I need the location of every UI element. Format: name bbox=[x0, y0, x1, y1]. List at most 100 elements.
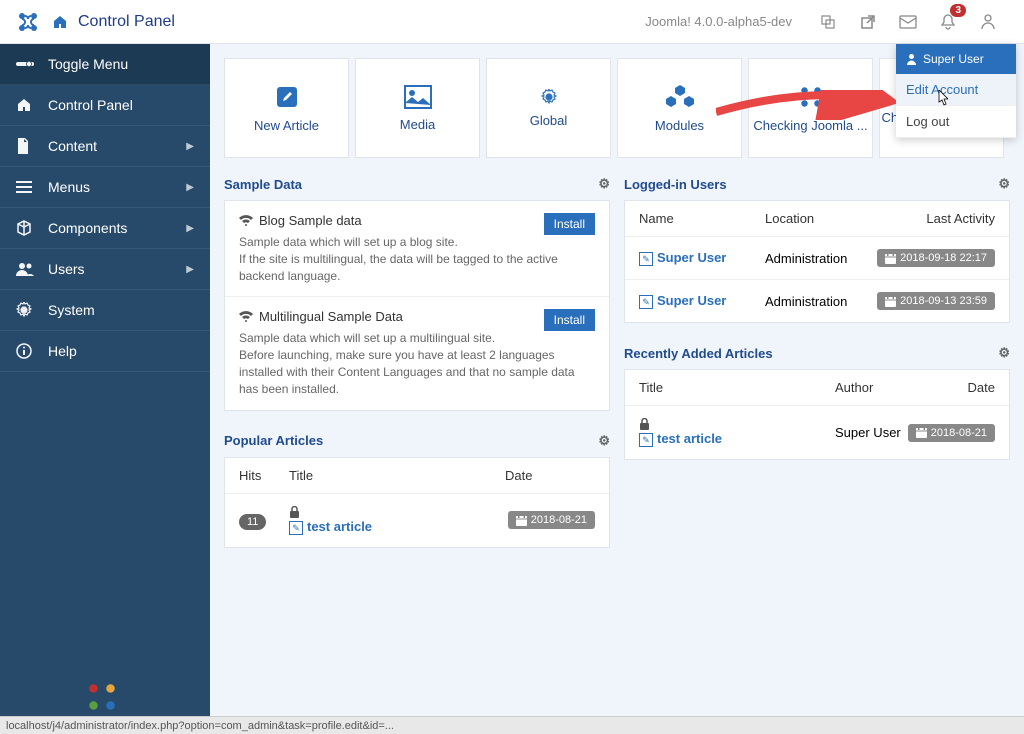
external-link-icon[interactable] bbox=[848, 2, 888, 42]
toggle-menu[interactable]: Toggle Menu bbox=[0, 44, 210, 85]
calendar-icon bbox=[885, 296, 896, 307]
gear-icon[interactable]: ⚙ bbox=[598, 433, 610, 449]
version-text: Joomla! 4.0.0-alpha5-dev bbox=[645, 14, 792, 29]
logout-link[interactable]: Log out bbox=[896, 106, 1016, 138]
sidebar-item-label: Help bbox=[48, 343, 77, 359]
user-link[interactable]: Super User bbox=[657, 293, 726, 308]
page-title: Control Panel bbox=[78, 13, 175, 31]
edit-account-link[interactable]: Edit Account bbox=[896, 74, 1016, 106]
sidebar-item-label: Users bbox=[48, 261, 85, 277]
toggle-icon bbox=[16, 58, 34, 70]
chevron-right-icon: ▶ bbox=[186, 264, 194, 275]
lock-icon bbox=[289, 506, 505, 519]
calendar-icon bbox=[516, 515, 527, 526]
date-badge: 2018-08-21 bbox=[508, 511, 595, 529]
chevron-right-icon: ▶ bbox=[186, 223, 194, 234]
wifi-icon bbox=[239, 215, 253, 227]
quick-checking-joomla-[interactable]: Checking Joomla ... bbox=[748, 58, 873, 158]
calendar-icon bbox=[916, 427, 927, 438]
home-icon bbox=[16, 97, 34, 113]
hits-badge: 11 bbox=[239, 514, 266, 530]
author-text: Super User bbox=[835, 425, 905, 440]
col-activity: Last Activity bbox=[875, 211, 995, 226]
sample-data-item: Install Multilingual Sample Data Sample da… bbox=[225, 297, 609, 409]
chevron-right-icon: ▶ bbox=[186, 141, 194, 152]
pencil-icon bbox=[274, 84, 300, 110]
quick-label: Checking Joomla ... bbox=[753, 118, 867, 133]
quick-label: Media bbox=[400, 117, 435, 132]
joomla-footer-logo-icon bbox=[85, 680, 119, 714]
gear-icon bbox=[541, 89, 557, 105]
sample-data-panel: Sample Data ⚙ InstallBlog Sample dataSam… bbox=[224, 168, 610, 411]
sidebar-item-menus[interactable]: Menus▶ bbox=[0, 167, 210, 208]
user-dropdown: Super User Edit Account Log out bbox=[896, 44, 1016, 138]
sidebar-item-system[interactable]: System bbox=[0, 290, 210, 331]
edit-icon[interactable]: ✎ bbox=[289, 521, 303, 535]
home-icon bbox=[52, 14, 68, 30]
user-link[interactable]: Super User bbox=[657, 250, 726, 265]
col-name: Name bbox=[639, 211, 765, 226]
edit-icon[interactable]: ✎ bbox=[639, 433, 653, 447]
col-title: Title bbox=[639, 380, 835, 395]
sidebar-item-label: Control Panel bbox=[48, 97, 133, 113]
panel-title: Recently Added Articles bbox=[624, 346, 773, 361]
sidebar: Toggle Menu Control Panel Content▶Menus▶C… bbox=[0, 44, 210, 734]
joomla-logo-icon bbox=[16, 10, 40, 34]
quick-new-article[interactable]: New Article bbox=[224, 58, 349, 158]
user-icon bbox=[906, 53, 917, 65]
sample-title: Multilingual Sample Data bbox=[259, 309, 403, 324]
main-content: New Article Media Global Modules Checking Jo… bbox=[210, 44, 1024, 716]
gear-icon[interactable]: ⚙ bbox=[598, 176, 610, 192]
quick-media[interactable]: Media bbox=[355, 58, 480, 158]
logged-in-users-panel: Logged-in Users ⚙ Name Location Last Act… bbox=[624, 168, 1010, 323]
panel-title: Popular Articles bbox=[224, 433, 323, 448]
file-icon bbox=[16, 138, 34, 154]
notification-badge: 3 bbox=[950, 4, 966, 17]
article-link[interactable]: test article bbox=[307, 519, 372, 534]
quick-label: Modules bbox=[655, 118, 704, 133]
quick-icons: New Article Media Global Modules Checking Jo… bbox=[224, 58, 1010, 158]
sidebar-item-help[interactable]: Help bbox=[0, 331, 210, 372]
messages-icon[interactable] bbox=[888, 2, 928, 42]
col-date: Date bbox=[905, 380, 995, 395]
users-icon bbox=[16, 262, 34, 276]
panel-title: Logged-in Users bbox=[624, 177, 727, 192]
sidebar-item-components[interactable]: Components▶ bbox=[0, 208, 210, 249]
edit-icon[interactable]: ✎ bbox=[639, 295, 653, 309]
article-link[interactable]: test article bbox=[657, 431, 722, 446]
notifications-icon[interactable]: 3 bbox=[928, 2, 968, 42]
topbar: Control Panel Joomla! 4.0.0-alpha5-dev 3 bbox=[0, 0, 1024, 44]
sample-description: Sample data which will set up a multilin… bbox=[239, 330, 595, 397]
control-panel-link[interactable]: Control Panel bbox=[52, 13, 175, 31]
sidebar-item-content[interactable]: Content▶ bbox=[0, 126, 210, 167]
location-text: Administration bbox=[765, 294, 875, 309]
sample-data-item: InstallBlog Sample dataSample data which… bbox=[225, 201, 609, 297]
gear-icon[interactable]: ⚙ bbox=[998, 345, 1010, 361]
table-row: ✎Super UserAdministration2018-09-13 23:5… bbox=[625, 280, 1009, 322]
info-icon bbox=[16, 343, 34, 359]
activity-badge: 2018-09-18 22:17 bbox=[877, 249, 995, 267]
date-badge: 2018-08-21 bbox=[908, 424, 995, 442]
popular-articles-panel: Popular Articles ⚙ Hits Title Date 11 ✎t… bbox=[224, 425, 610, 548]
sidebar-item-control-panel[interactable]: Control Panel bbox=[0, 85, 210, 126]
table-row: ✎ test article Super User2018-08-21 bbox=[625, 406, 1009, 459]
install-button[interactable]: Install bbox=[544, 213, 595, 235]
user-dropdown-header: Super User bbox=[896, 44, 1016, 74]
gear-icon[interactable]: ⚙ bbox=[998, 176, 1010, 192]
multilingual-icon[interactable] bbox=[808, 2, 848, 42]
status-url: localhost/j4/administrator/index.php?opt… bbox=[6, 720, 394, 732]
location-text: Administration bbox=[765, 251, 875, 266]
table-row: ✎ Super User Administration2018-09-18 22:1… bbox=[625, 237, 1009, 280]
list-icon bbox=[16, 180, 34, 194]
sidebar-item-users[interactable]: Users ▶ bbox=[0, 249, 210, 290]
panel-title: Sample Data bbox=[224, 177, 302, 192]
install-button[interactable]: Install bbox=[544, 309, 595, 331]
edit-icon[interactable]: ✎ bbox=[639, 252, 653, 266]
col-title: Title bbox=[289, 468, 505, 483]
lock-icon bbox=[639, 418, 835, 431]
quick-global[interactable]: Global bbox=[486, 58, 611, 158]
user-menu-icon[interactable] bbox=[968, 2, 1008, 42]
col-author: Author bbox=[835, 380, 905, 395]
table-row: 11 ✎ test article 2018-08-21 bbox=[225, 494, 609, 547]
quick-modules[interactable]: Modules bbox=[617, 58, 742, 158]
